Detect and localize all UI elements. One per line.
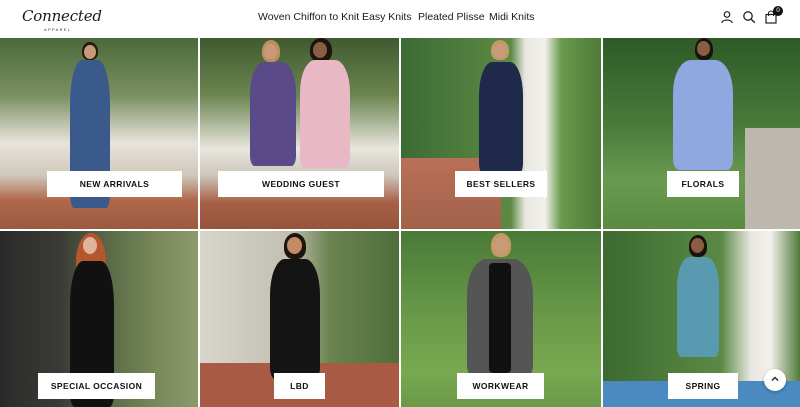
category-tile-new-arrivals[interactable]: NEW ARRIVALS	[0, 38, 198, 229]
category-grid: NEW ARRIVALS WEDDING GUEST BEST SELLERS	[0, 38, 800, 407]
nav-woven-chiffon[interactable]: Woven Chiffon to Knit	[258, 11, 359, 23]
model-figure	[248, 40, 300, 225]
model-figure	[469, 40, 533, 225]
site-header: Connected APPAREL Woven Chiffon to Knit …	[0, 0, 800, 37]
nav-midi-knits[interactable]: Midi Knits	[489, 11, 535, 23]
tile-label: FLORALS	[667, 171, 739, 197]
category-tile-special-occasion[interactable]: SPECIAL OCCASION	[0, 231, 198, 407]
back-to-top-button[interactable]	[764, 369, 786, 391]
tile-label: LBD	[274, 373, 325, 399]
shopping-bag-icon[interactable]: 0	[764, 6, 783, 24]
category-tile-lbd[interactable]: LBD	[200, 231, 399, 407]
nav-easy-knits[interactable]: Easy Knits	[362, 11, 412, 23]
tile-label: WORKWEAR	[457, 373, 544, 399]
logo-subtext: APPAREL	[44, 27, 72, 32]
search-icon[interactable]	[742, 10, 756, 24]
tile-label: NEW ARRIVALS	[47, 171, 182, 197]
category-tile-workwear[interactable]: WORKWEAR	[401, 231, 601, 407]
main-nav: Woven Chiffon to Knit Easy Knits Pleated…	[0, 11, 800, 27]
category-tile-wedding-guest[interactable]: WEDDING GUEST	[200, 38, 399, 229]
chevron-up-icon	[770, 374, 780, 385]
tile-label: SPECIAL OCCASION	[38, 373, 155, 399]
tile-photo-wall	[745, 128, 800, 229]
tile-label: SPRING	[668, 373, 738, 399]
tile-label: WEDDING GUEST	[218, 171, 384, 197]
tile-label: BEST SELLERS	[455, 171, 547, 197]
nav-pleated-plisse[interactable]: Pleated Plisse	[418, 11, 485, 23]
cart-count-badge: 0	[773, 6, 783, 16]
category-tile-best-sellers[interactable]: BEST SELLERS	[401, 38, 601, 229]
user-icon[interactable]	[720, 10, 734, 24]
category-tile-florals[interactable]: FLORALS	[603, 38, 800, 229]
